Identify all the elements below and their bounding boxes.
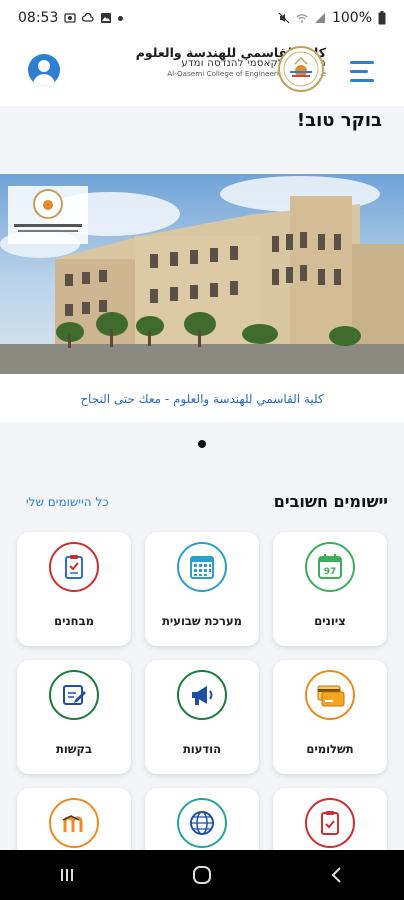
- battery-icon: [378, 11, 386, 25]
- tasks-ring: [305, 798, 355, 848]
- tile-requests-label: בקשות: [55, 742, 92, 756]
- moodle-ring: [49, 798, 99, 848]
- back-icon[interactable]: [317, 855, 357, 895]
- status-right: 100%: [278, 10, 386, 26]
- tile-grades[interactable]: 97 ציונים: [273, 532, 387, 646]
- home-icon[interactable]: [182, 855, 222, 895]
- android-nav-bar: [0, 850, 404, 900]
- college-building-photo: [0, 174, 404, 374]
- exams-clipboard-icon: [65, 555, 83, 579]
- battery-percent: 100%: [331, 10, 372, 26]
- tile-weekly-schedule[interactable]: מערכת שבועית: [145, 532, 259, 646]
- carousel-indicator-dot[interactable]: [198, 440, 206, 448]
- moodle-icon: [62, 815, 83, 832]
- wifi-icon: [296, 14, 308, 23]
- schedule-ring: [177, 542, 227, 592]
- globe-icon: [190, 811, 214, 835]
- messages-ring: [177, 670, 227, 720]
- tile-requests[interactable]: בקשות: [17, 660, 131, 774]
- tile-messages[interactable]: הודעות: [145, 660, 259, 774]
- profile-avatar-icon[interactable]: [28, 54, 60, 86]
- tile-exams[interactable]: מבחנים: [17, 532, 131, 646]
- payments-ring: [305, 670, 355, 720]
- tile-grades-label: ציונים: [314, 614, 346, 628]
- college-emblem-icon: [278, 46, 324, 92]
- hamburger-menu-icon[interactable]: [348, 56, 378, 86]
- grades-badge: 97: [324, 567, 337, 577]
- app-header: كلية القاسمي للهندسة والعلوم מכללת אלקאס…: [0, 36, 404, 106]
- status-bar: 08:53 100%: [0, 0, 404, 36]
- tile-payments-label: תשלומים: [306, 742, 354, 756]
- grades-ring: 97: [305, 542, 355, 592]
- status-time: 08:53: [18, 10, 59, 26]
- notification-dot-icon: [118, 15, 124, 21]
- cloud-icon: [82, 12, 94, 22]
- status-left: 08:53: [18, 10, 124, 26]
- exams-ring: [49, 542, 99, 592]
- tile-exams-label: מבחנים: [54, 614, 94, 628]
- tile-weekly-schedule-label: מערכת שבועית: [162, 614, 242, 628]
- tile-payments[interactable]: תשלומים: [273, 660, 387, 774]
- requests-ring: [49, 670, 99, 720]
- grades-calendar-icon: 97: [318, 554, 342, 579]
- all-my-apps-link[interactable]: כל היישומים שלי: [26, 495, 109, 509]
- requests-edit-icon: [63, 685, 86, 705]
- weekly-schedule-icon: [190, 556, 214, 579]
- tasks-clipboard-icon: [321, 811, 339, 835]
- recents-icon[interactable]: [47, 855, 87, 895]
- banner-caption: كلية القاسمي للهندسة والعلوم - معك حتى ا…: [80, 392, 324, 406]
- megaphone-icon: [192, 686, 213, 705]
- banner-card[interactable]: كلية القاسمي للهندسة والعلوم - معك حتى ا…: [0, 174, 404, 422]
- web-ring: [177, 798, 227, 848]
- signal-icon: [314, 13, 325, 23]
- gallery-icon: [101, 13, 112, 23]
- photo-icon: [64, 13, 77, 23]
- mute-icon: [278, 12, 290, 24]
- payment-card-icon: [317, 685, 345, 707]
- apps-section-title: יישומים חשובים: [273, 492, 388, 511]
- tile-messages-label: הודעות: [182, 742, 222, 756]
- greeting-text: בוקר טוב!: [296, 110, 382, 131]
